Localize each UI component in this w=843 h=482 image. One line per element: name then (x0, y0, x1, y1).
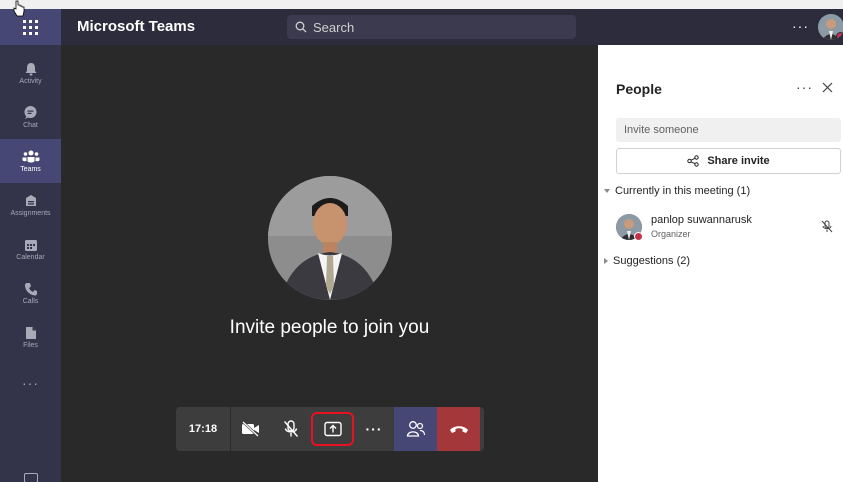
nav-calls[interactable]: Calls (0, 271, 61, 315)
call-controls: 17:18 ··· (176, 407, 484, 451)
title-bar: Microsoft Teams Search ··· (0, 9, 843, 45)
share-invite-label: Share invite (707, 155, 770, 167)
meeting-stage: Invite people to join you 17:18 ··· (61, 45, 598, 482)
app-title: Microsoft Teams (77, 18, 196, 35)
section-label: Currently in this meeting (1) (615, 185, 751, 197)
nav-calendar[interactable]: Calendar (0, 227, 61, 271)
more-actions-button[interactable]: ··· (354, 407, 394, 451)
app-launcher-button[interactable] (0, 9, 61, 45)
nav-label: Assignments (10, 209, 51, 217)
camera-toggle-button[interactable] (231, 407, 271, 451)
panel-more-button[interactable]: ··· (796, 79, 813, 95)
nav-label: Activity (19, 77, 42, 85)
show-participants-button[interactable] (394, 407, 437, 451)
mic-off-icon[interactable] (821, 220, 833, 233)
user-avatar[interactable] (818, 14, 843, 40)
suggestions-header[interactable]: Suggestions (2) (604, 255, 690, 267)
current-participants-header[interactable]: Currently in this meeting (1) (604, 185, 750, 197)
file-icon (25, 326, 36, 339)
nav-label: Calls (22, 297, 39, 305)
chat-icon (24, 106, 37, 119)
share-invite-button[interactable]: Share invite (616, 148, 841, 174)
section-label: Suggestions (2) (613, 255, 691, 267)
nav-label: Files (23, 341, 38, 349)
store-icon[interactable] (24, 473, 38, 482)
nav-teams[interactable]: Teams (0, 139, 61, 183)
chevron-right-icon (604, 258, 608, 264)
chevron-down-icon (604, 189, 610, 193)
calendar-icon (24, 239, 37, 251)
participant-photo (268, 176, 392, 300)
hang-up-icon (449, 426, 468, 433)
leave-call-button[interactable] (437, 407, 480, 451)
person-photo-icon (268, 176, 392, 300)
nav-activity[interactable]: Activity (0, 51, 61, 95)
camera-off-icon (242, 421, 259, 437)
mic-off-icon (283, 420, 299, 437)
app-bar: Activity Chat Teams Assignments Calendar… (0, 45, 61, 482)
participant-name: panlop suwannarusk (651, 214, 752, 226)
search-icon (295, 21, 307, 33)
share-icon (687, 155, 700, 167)
nav-chat[interactable]: Chat (0, 95, 61, 139)
presence-busy-icon (836, 32, 843, 40)
top-strip (0, 0, 843, 9)
assignments-icon (25, 194, 36, 206)
invite-someone-input[interactable]: Invite someone (616, 118, 841, 142)
search-box[interactable]: Search (287, 15, 576, 39)
nav-assignments[interactable]: Assignments (0, 183, 61, 227)
panel-title: People (616, 81, 662, 97)
call-timer: 17:18 (176, 407, 231, 451)
people-panel: People ··· Invite someone Share invite C… (598, 45, 843, 482)
teams-icon (22, 150, 39, 162)
nav-label: Teams (20, 165, 41, 173)
share-screen-icon (323, 421, 342, 437)
nav-label: Calendar (16, 253, 45, 261)
search-placeholder: Search (313, 19, 355, 35)
share-content-button[interactable] (311, 412, 354, 446)
bell-icon (25, 62, 36, 75)
close-icon[interactable] (822, 82, 833, 93)
more-icon: ··· (365, 421, 383, 437)
hand-cursor-icon (13, 0, 25, 17)
presence-busy-icon (634, 232, 643, 241)
more-options-button[interactable]: ··· (792, 9, 809, 45)
invite-message: Invite people to join you (229, 317, 430, 338)
phone-icon (24, 282, 37, 295)
people-icon (406, 421, 425, 437)
waffle-icon (23, 19, 38, 35)
participant-role: Organizer (651, 229, 691, 239)
nav-files[interactable]: Files (0, 315, 61, 359)
participant-row[interactable]: panlop suwannarusk Organizer (616, 213, 841, 245)
more-apps-button[interactable]: ··· (0, 375, 61, 391)
nav-label: Chat (23, 122, 38, 129)
mic-toggle-button[interactable] (271, 407, 311, 451)
